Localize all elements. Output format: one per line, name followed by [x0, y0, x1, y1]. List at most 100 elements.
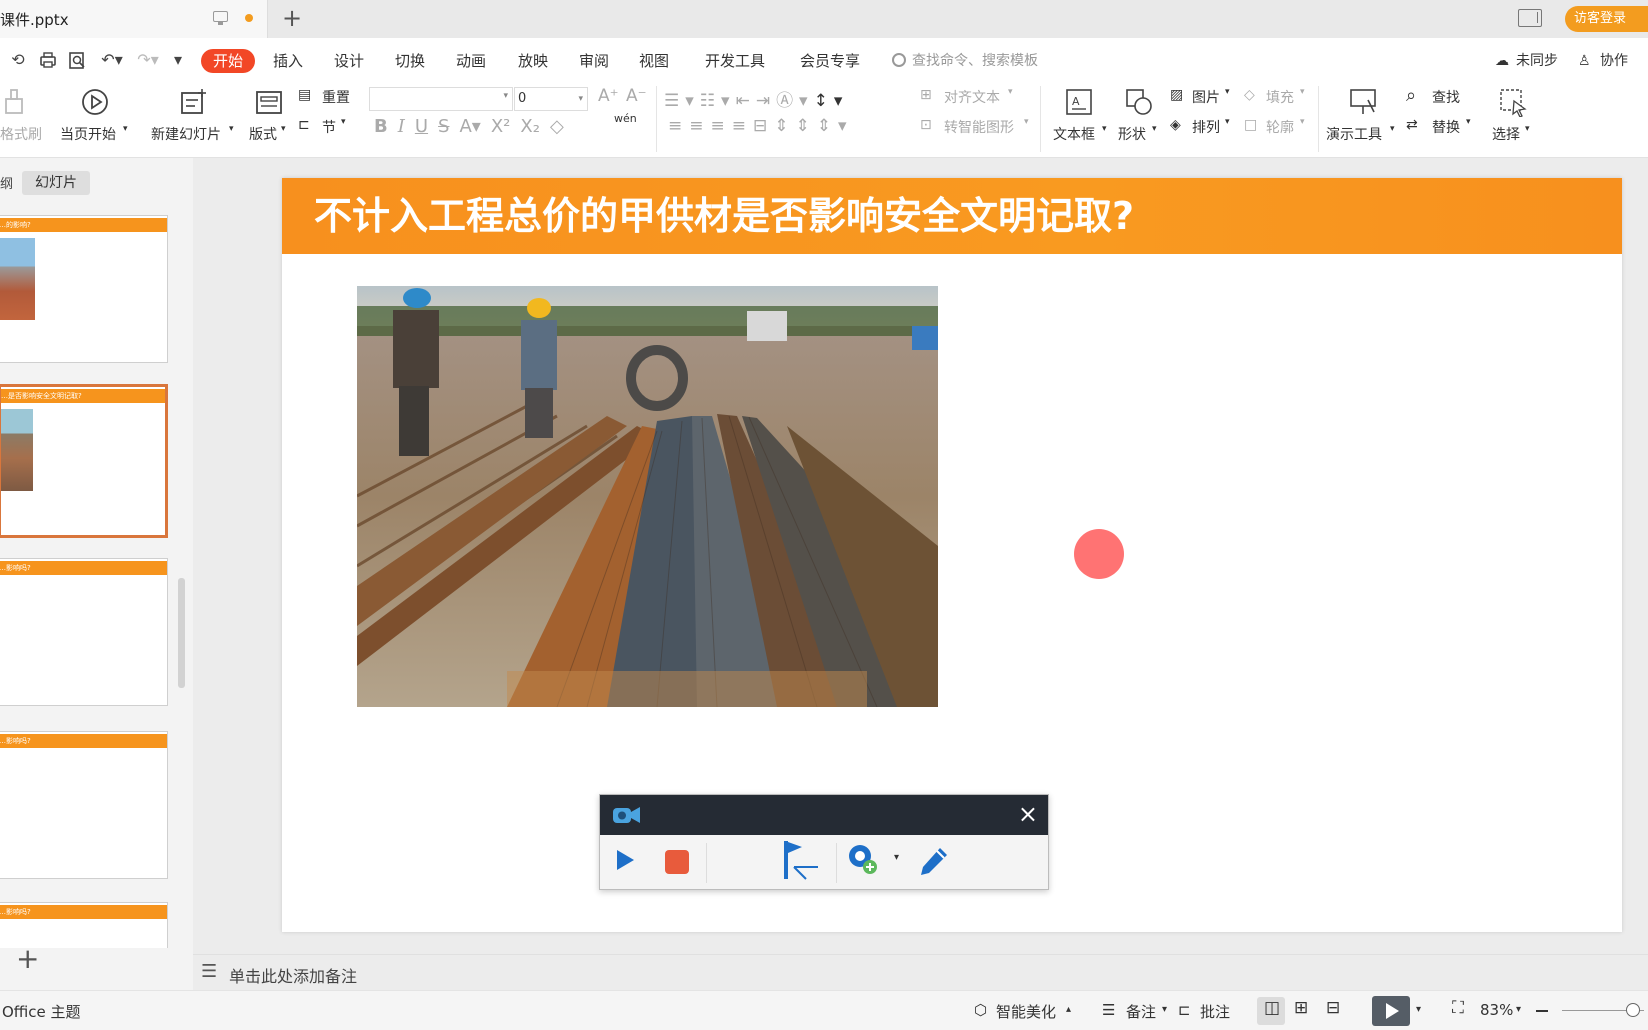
- bold-icon[interactable]: B: [374, 116, 388, 137]
- print-preview-icon[interactable]: [67, 50, 87, 70]
- cloud-icon[interactable]: ☁: [1495, 49, 1509, 73]
- new-slide-button[interactable]: 新建幻灯片: [151, 124, 221, 144]
- comments-button[interactable]: 批注: [1200, 1001, 1230, 1022]
- chevron-down-icon[interactable]: ▾: [1416, 1004, 1421, 1015]
- tab-insert[interactable]: 插入: [273, 49, 303, 73]
- slide-thumbnail-1[interactable]: …的影响?: [0, 215, 168, 363]
- record-play-icon[interactable]: [614, 847, 636, 873]
- tab-outline[interactable]: 纲: [0, 173, 13, 192]
- notes-pane[interactable]: ☰ 单击此处添加备注: [193, 954, 1648, 990]
- theme-name[interactable]: Office 主题: [2, 1001, 81, 1022]
- font-size-input[interactable]: 0 ▾: [514, 87, 588, 111]
- align-left-icon[interactable]: ≡: [668, 116, 689, 136]
- marker-flag-icon[interactable]: [780, 839, 820, 881]
- outline-button[interactable]: 轮廓: [1266, 117, 1294, 137]
- new-slide-icon[interactable]: [178, 87, 208, 117]
- find-button[interactable]: 查找: [1432, 87, 1460, 107]
- picture-icon[interactable]: ▨: [1170, 87, 1183, 103]
- select-icon[interactable]: [1498, 87, 1528, 117]
- layout-icon[interactable]: [254, 87, 284, 117]
- record-stop-icon[interactable]: [664, 849, 690, 875]
- section-button[interactable]: 节: [322, 117, 336, 137]
- section-icon[interactable]: ⊏: [298, 117, 310, 133]
- line-space-icon[interactable]: ⇕▾: [817, 116, 854, 136]
- decrease-font-icon[interactable]: A⁻: [626, 86, 647, 106]
- outline-icon[interactable]: □: [1244, 117, 1257, 133]
- redo-arrow-icon[interactable]: ⟲: [8, 50, 28, 70]
- shapes-button[interactable]: 形状: [1118, 124, 1146, 144]
- shapes-icon[interactable]: [1124, 87, 1154, 117]
- tab-transitions[interactable]: 切换: [395, 49, 425, 73]
- webcam-add-icon[interactable]: [846, 843, 880, 877]
- comment-icon[interactable]: ⊏: [1178, 1001, 1191, 1019]
- notes-placeholder[interactable]: 单击此处添加备注: [229, 963, 357, 987]
- tab-animations[interactable]: 动画: [456, 49, 486, 73]
- phonetic-guide-icon[interactable]: wén: [614, 112, 637, 125]
- print-icon[interactable]: [38, 50, 58, 70]
- fill-icon[interactable]: ◇: [1244, 87, 1255, 103]
- arrange-button[interactable]: 排列: [1192, 117, 1220, 137]
- increase-indent-icon[interactable]: ⇥: [756, 91, 776, 111]
- customize-quick-access-icon[interactable]: ▾: [168, 50, 188, 70]
- presentation-tools-icon[interactable]: [1348, 87, 1378, 117]
- chevron-down-icon[interactable]: ▾: [894, 852, 899, 863]
- tab-review[interactable]: 审阅: [579, 49, 609, 73]
- beautify-icon[interactable]: ⬡: [974, 1001, 987, 1019]
- slide-thumbnail-2[interactable]: …是否影响安全文明记取?: [0, 384, 168, 538]
- tab-design[interactable]: 设计: [334, 49, 364, 73]
- align-right-icon[interactable]: ≡: [711, 116, 732, 136]
- zoom-slider-handle[interactable]: [1626, 1003, 1640, 1017]
- distribute-icon[interactable]: ⊟: [753, 116, 774, 136]
- font-color-icon[interactable]: A▾: [459, 116, 480, 137]
- sync-status[interactable]: 未同步: [1516, 49, 1558, 73]
- thumbnail-scrollbar[interactable]: [178, 578, 185, 688]
- select-button[interactable]: 选择: [1492, 124, 1520, 144]
- window-layout-icon[interactable]: [1518, 9, 1542, 27]
- slide-thumbnail-3[interactable]: …影响吗?: [0, 558, 168, 706]
- user-icon[interactable]: ♙: [1578, 49, 1591, 73]
- find-icon[interactable]: ⌕: [1406, 85, 1416, 106]
- new-tab-button[interactable]: +: [282, 4, 302, 32]
- reset-icon[interactable]: ▤: [298, 87, 311, 103]
- notes-toggle-icon[interactable]: ☰: [1102, 1001, 1115, 1019]
- decrease-indent-icon[interactable]: ⇤: [736, 91, 756, 111]
- play-from-current-button[interactable]: 当页开始: [60, 124, 116, 144]
- recorder-close-button[interactable]: ×: [1018, 801, 1038, 827]
- fill-button[interactable]: 填充: [1266, 87, 1294, 107]
- presentation-tools-button[interactable]: 演示工具: [1326, 124, 1382, 144]
- textbox-icon[interactable]: A: [1064, 87, 1094, 117]
- notes-toggle-button[interactable]: 备注: [1126, 1001, 1156, 1022]
- picture-button[interactable]: 图片: [1192, 87, 1220, 107]
- tab-member[interactable]: 会员专享: [800, 49, 860, 73]
- monitor-icon[interactable]: [213, 11, 228, 25]
- format-painter-button[interactable]: 格式刷: [0, 124, 42, 144]
- tab-developer[interactable]: 开发工具: [705, 49, 765, 73]
- undo-icon[interactable]: ↶▾: [98, 50, 126, 70]
- subscript-icon[interactable]: X₂: [520, 116, 540, 137]
- pen-icon[interactable]: [918, 845, 950, 877]
- command-search[interactable]: 查找命令、搜索模板: [892, 49, 1038, 73]
- para-spacing-icon[interactable]: ⇕: [796, 116, 817, 136]
- guest-login-button[interactable]: 访客登录: [1565, 6, 1648, 32]
- collab-button[interactable]: 协作: [1600, 49, 1628, 73]
- increase-font-icon[interactable]: A⁺: [598, 86, 619, 106]
- column-spacing-icon[interactable]: ⇕: [774, 116, 795, 136]
- document-tab[interactable]: 课件.pptx: [0, 0, 268, 38]
- replace-icon[interactable]: ⇄: [1406, 117, 1418, 133]
- align-text-icon[interactable]: ⊞: [920, 87, 932, 103]
- replace-button[interactable]: 替换: [1432, 117, 1460, 137]
- line-spacing-icon[interactable]: ↕▾: [814, 91, 849, 111]
- superscript-icon[interactable]: X²: [491, 116, 511, 137]
- slide-thumbnail-4[interactable]: …影响吗?: [0, 731, 168, 879]
- smart-beautify-button[interactable]: 智能美化: [996, 1001, 1056, 1022]
- format-painter-icon[interactable]: [0, 87, 30, 117]
- convert-smart-art-button[interactable]: 转智能图形: [944, 117, 1014, 137]
- construction-rebar-photo[interactable]: [357, 286, 938, 707]
- slide-sorter-icon[interactable]: ⊞: [1294, 998, 1308, 1018]
- slide-title[interactable]: 不计入工程总价的甲供材是否影响安全文明记取?: [282, 178, 1622, 254]
- arrange-icon[interactable]: ◈: [1170, 117, 1181, 133]
- numbering-icon[interactable]: ☷▾: [700, 91, 736, 111]
- layout-button[interactable]: 版式: [249, 124, 277, 144]
- text-direction-icon[interactable]: Ⓐ▾: [776, 91, 814, 111]
- italic-icon[interactable]: I: [398, 116, 405, 137]
